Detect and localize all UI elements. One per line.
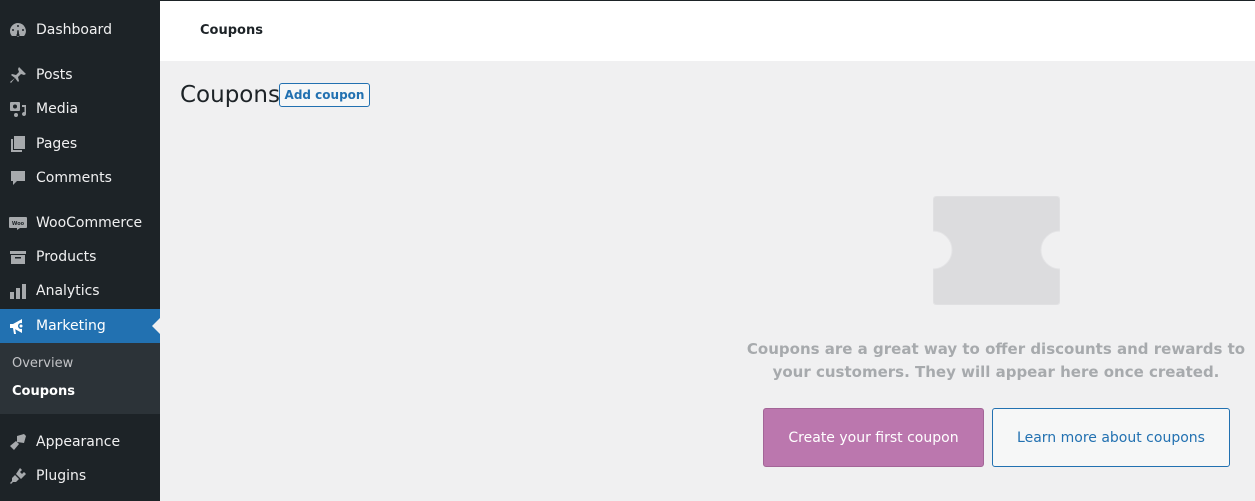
sidebar-item-label: Products <box>36 249 97 265</box>
sidebar-item-label: Dashboard <box>36 22 112 38</box>
coupon-illustration-icon <box>932 195 1061 306</box>
sidebar-item-pages[interactable]: Pages <box>0 127 160 161</box>
sidebar-item-dashboard[interactable]: Dashboard <box>0 13 160 47</box>
plugin-icon <box>0 466 36 486</box>
page-title: Coupons <box>180 82 280 108</box>
admin-sidebar: Dashboard Posts Media Pages Comments Woo… <box>0 0 160 501</box>
paintbrush-icon <box>0 432 36 452</box>
sidebar-item-marketing[interactable]: Marketing <box>0 309 160 343</box>
bar-chart-icon <box>0 281 36 301</box>
sidebar-item-comments[interactable]: Comments <box>0 161 160 195</box>
add-coupon-button[interactable]: Add coupon <box>279 83 370 107</box>
sidebar-item-plugins[interactable]: Plugins <box>0 459 160 493</box>
woo-icon: Woo <box>0 213 36 233</box>
sidebar-item-label: WooCommerce <box>36 215 143 231</box>
sidebar-item-analytics[interactable]: Analytics <box>0 274 160 308</box>
sidebar-item-label: Posts <box>36 67 73 83</box>
top-header: Coupons <box>160 0 1255 61</box>
submenu-item-coupons[interactable]: Coupons <box>12 384 75 399</box>
marketing-submenu: Overview Coupons <box>0 343 160 414</box>
dashboard-icon <box>0 20 36 40</box>
sidebar-item-posts[interactable]: Posts <box>0 58 160 92</box>
sidebar-item-label: Appearance <box>36 434 121 450</box>
sidebar-item-label: Analytics <box>36 283 100 299</box>
sidebar-item-label: Comments <box>36 170 112 186</box>
sidebar-item-woocommerce[interactable]: Woo WooCommerce <box>0 206 160 240</box>
media-icon <box>0 99 36 119</box>
archive-icon <box>0 247 36 267</box>
sidebar-item-label: Media <box>36 101 79 117</box>
sidebar-item-label: Plugins <box>36 468 87 484</box>
header-title: Coupons <box>200 23 263 38</box>
sidebar-item-media[interactable]: Media <box>0 92 160 126</box>
megaphone-icon <box>0 316 36 336</box>
comment-icon <box>0 168 36 188</box>
submenu-item-overview[interactable]: Overview <box>12 356 73 371</box>
sidebar-item-appearance[interactable]: Appearance <box>0 425 160 459</box>
sidebar-item-label: Marketing <box>36 318 106 334</box>
pin-icon <box>0 65 36 85</box>
pages-icon <box>0 134 36 154</box>
svg-text:Woo: Woo <box>12 221 25 227</box>
sidebar-item-label: Pages <box>36 136 78 152</box>
learn-more-coupons-button[interactable]: Learn more about coupons <box>992 408 1230 467</box>
sidebar-item-products[interactable]: Products <box>0 240 160 274</box>
empty-state-message: Coupons are a great way to offer discoun… <box>746 340 1246 381</box>
create-first-coupon-button[interactable]: Create your first coupon <box>763 408 984 467</box>
